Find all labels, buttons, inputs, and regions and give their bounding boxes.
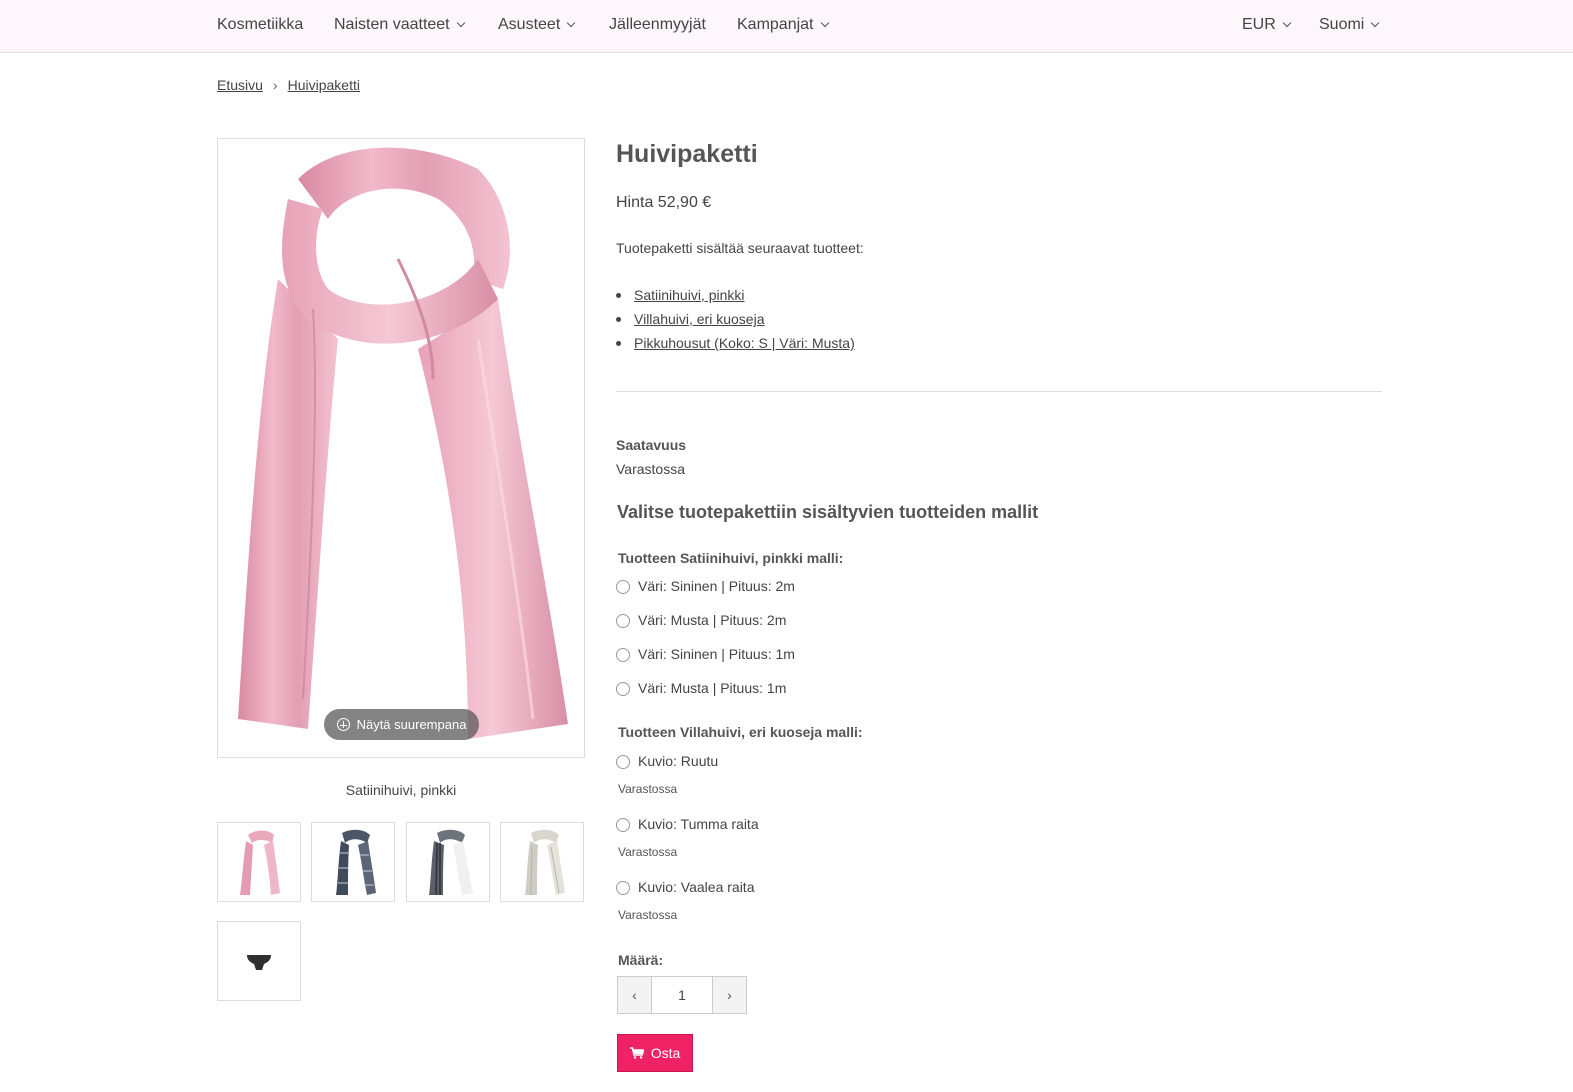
radio-button[interactable]	[616, 614, 630, 628]
product-title: Huivipaketti	[616, 140, 758, 168]
radio-button[interactable]	[616, 580, 630, 594]
main-product-image[interactable]: Näytä suurempana	[217, 138, 585, 758]
radio-button[interactable]	[616, 818, 630, 832]
variant-option[interactable]: Kuvio: Tumma raita	[616, 816, 759, 832]
variant-stock-status: Varastossa	[618, 845, 678, 859]
variant-group-label: Tuotteen Villahuivi, eri kuoseja malli:	[618, 724, 863, 740]
variant-stock-status: Varastossa	[618, 908, 678, 922]
dark-stripe-scarf-thumb-image	[429, 829, 473, 896]
light-stripe-scarf-thumb-image	[525, 829, 565, 896]
currency-label: EUR	[1242, 16, 1276, 33]
choose-variants-title: Valitse tuotepakettiin sisältyvien tuott…	[617, 502, 1039, 522]
nav-item-label: Asusteet	[498, 16, 561, 33]
chevron-down-icon	[567, 18, 576, 28]
chevron-down-icon	[1371, 18, 1380, 28]
variant-group-label: Tuotteen Satiinihuivi, pinkki malli:	[618, 550, 844, 566]
availability-label: Saatavuus	[616, 437, 687, 453]
language-label: Suomi	[1319, 16, 1365, 33]
quantity-label: Määrä:	[618, 952, 664, 968]
variant-option-label: Kuvio: Ruutu	[638, 753, 719, 769]
variant-option[interactable]: Kuvio: Vaalea raita	[616, 879, 754, 895]
thumbnail-pink-scarf[interactable]	[217, 822, 301, 902]
pink-scarf-image	[238, 147, 568, 739]
breadcrumb-current-link[interactable]: Huivipaketti	[288, 77, 360, 93]
nav-item-label: Jälleenmyyjät	[609, 16, 706, 33]
section-divider	[616, 391, 1382, 392]
nav-item-label: Kampanjat	[737, 16, 814, 33]
variant-stock-status: Varastossa	[618, 782, 678, 796]
radio-button[interactable]	[616, 648, 630, 662]
package-item-link[interactable]: Pikkuhousut (Koko: S | Väri: Musta)	[634, 335, 855, 351]
pink-scarf-thumb-image	[240, 830, 280, 895]
plus-circle-icon	[336, 718, 350, 731]
thumbnail-dark-stripe-scarf[interactable]	[406, 822, 490, 902]
radio-button[interactable]	[616, 881, 630, 895]
nav-item-naisten-vaatteet[interactable]: Naisten vaatteet	[334, 16, 465, 34]
buy-label: Osta	[650, 1045, 681, 1061]
quantity-input[interactable]	[652, 977, 712, 1013]
image-caption: Satiinihuivi, pinkki	[345, 782, 457, 798]
variant-option-label: Väri: Musta | Pituus: 2m	[638, 612, 787, 628]
variant-option[interactable]: Väri: Sininen | Pituus: 2m	[616, 578, 795, 594]
currency-selector[interactable]: EUR	[1242, 16, 1292, 34]
variant-option-label: Väri: Sininen | Pituus: 1m	[638, 646, 795, 662]
thumbnail-black-briefs[interactable]	[217, 921, 301, 1001]
chevron-down-icon	[820, 18, 829, 28]
nav-item-kampanjat[interactable]: Kampanjat	[737, 16, 829, 34]
availability-value: Varastossa	[616, 461, 685, 477]
chevron-down-icon	[1282, 18, 1292, 28]
cart-icon	[629, 1047, 644, 1059]
radio-button[interactable]	[616, 755, 630, 769]
breadcrumb-home-link[interactable]: Etusivu	[217, 77, 263, 93]
chevron-left-icon: ‹	[632, 987, 637, 1003]
variant-option[interactable]: Väri: Musta | Pituus: 2m	[616, 612, 786, 628]
language-selector[interactable]: Suomi	[1319, 16, 1380, 34]
variant-option-label: Kuvio: Vaalea raita	[638, 879, 755, 895]
package-item-link[interactable]: Satiinihuivi, pinkki	[634, 287, 745, 303]
top-navigation: Kosmetiikka Naisten vaatteet Asusteet Jä…	[0, 0, 1573, 53]
chevron-down-icon	[456, 18, 465, 28]
list-item: Villahuivi, eri kuoseja	[616, 307, 855, 331]
thumbnail-light-stripe-scarf[interactable]	[500, 822, 584, 902]
list-item: Pikkuhousut (Koko: S | Väri: Musta)	[616, 331, 855, 355]
variant-option[interactable]: Kuvio: Ruutu	[616, 753, 718, 769]
buy-button[interactable]: Osta	[617, 1034, 693, 1072]
package-item-link[interactable]: Villahuivi, eri kuoseja	[634, 311, 764, 327]
package-intro: Tuotepaketti sisältää seuraavat tuotteet…	[616, 240, 864, 256]
quantity-increase-button[interactable]: ›	[712, 977, 746, 1013]
zoom-button[interactable]: Näytä suurempana	[324, 709, 479, 740]
thumbnail-dark-check-scarf[interactable]	[311, 822, 395, 902]
variant-option[interactable]: Väri: Sininen | Pituus: 1m	[616, 646, 795, 662]
product-price: Hinta 52,90 €	[616, 194, 712, 211]
zoom-label: Näytä suurempana	[356, 717, 467, 732]
variant-option[interactable]: Väri: Musta | Pituus: 1m	[616, 680, 786, 696]
black-briefs-thumb-image	[247, 955, 271, 970]
variant-option-label: Kuvio: Tumma raita	[638, 816, 759, 832]
radio-button[interactable]	[616, 682, 630, 696]
quantity-stepper: ‹ ›	[617, 976, 747, 1014]
dark-check-scarf-thumb-image	[336, 829, 376, 895]
breadcrumb-separator-icon: ›	[272, 77, 278, 93]
variant-option-label: Väri: Sininen | Pituus: 2m	[638, 578, 795, 594]
list-item: Satiinihuivi, pinkki	[616, 283, 855, 307]
nav-item-jalleenmyyjat[interactable]: Jälleenmyyjät	[609, 16, 706, 34]
package-contents-list: Satiinihuivi, pinkki Villahuivi, eri kuo…	[616, 283, 855, 355]
nav-item-label: Kosmetiikka	[217, 16, 304, 33]
nav-item-label: Naisten vaatteet	[334, 16, 450, 33]
quantity-decrease-button[interactable]: ‹	[618, 977, 652, 1013]
nav-item-asusteet[interactable]: Asusteet	[498, 16, 576, 34]
chevron-right-icon: ›	[727, 987, 732, 1003]
breadcrumb: Etusivu › Huivipaketti	[217, 77, 360, 93]
variant-option-label: Väri: Musta | Pituus: 1m	[638, 680, 787, 696]
nav-item-kosmetiikka[interactable]: Kosmetiikka	[217, 16, 303, 34]
